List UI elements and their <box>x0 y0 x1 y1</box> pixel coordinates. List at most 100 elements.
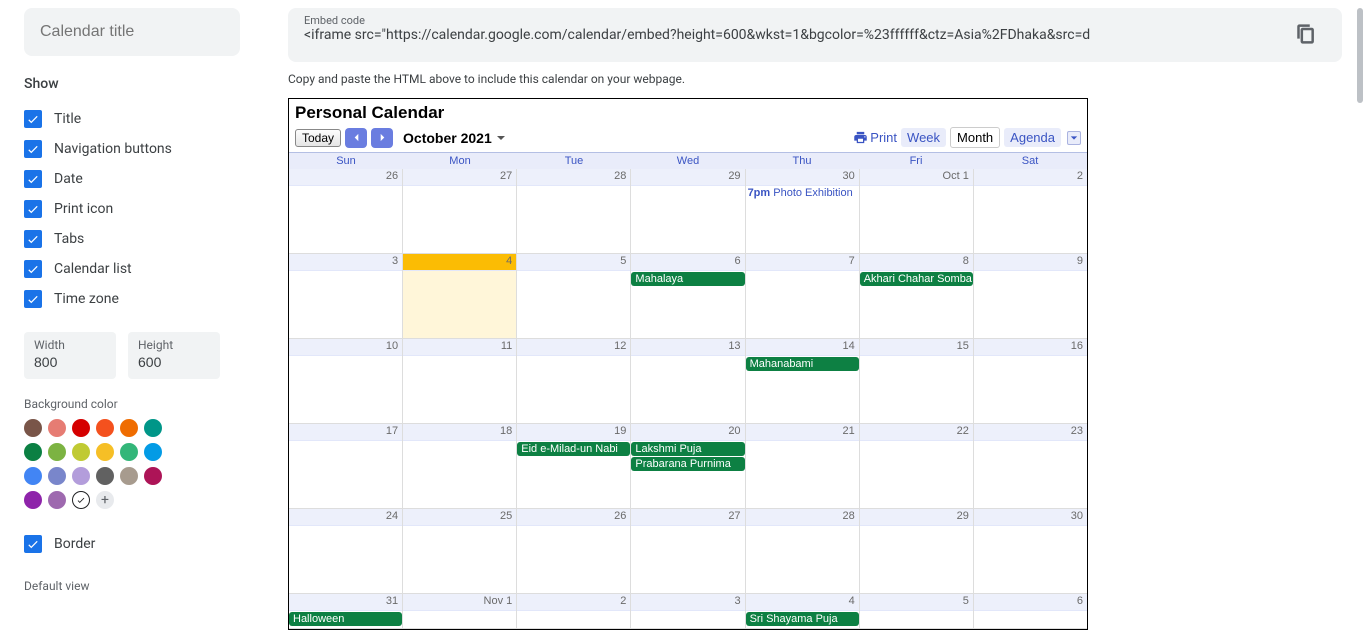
calendar-day[interactable]: 19Eid e-Milad-un Nabi <box>517 424 631 509</box>
color-swatch[interactable] <box>72 443 90 461</box>
width-field[interactable]: Width <box>24 332 116 379</box>
view-month-tab[interactable]: Month <box>950 127 1000 148</box>
color-swatch[interactable] <box>24 491 42 509</box>
color-swatch[interactable] <box>48 467 66 485</box>
calendar-day[interactable]: 8Akhari Chahar Somba <box>860 254 974 339</box>
embed-code-text[interactable]: <iframe src="https://calendar.google.com… <box>304 27 1286 43</box>
calendar-day[interactable]: 29 <box>631 169 745 254</box>
calendar-day[interactable]: 22 <box>860 424 974 509</box>
calendar-day[interactable]: 3 <box>289 254 403 339</box>
calendar-day[interactable]: 4 <box>403 254 517 339</box>
calendar-event[interactable]: Eid e-Milad-un Nabi <box>517 442 630 456</box>
calendar-day[interactable]: 15 <box>860 339 974 424</box>
show-option-row[interactable]: Tabs <box>24 224 240 254</box>
color-swatch[interactable] <box>48 419 66 437</box>
add-color-button[interactable]: + <box>96 491 114 509</box>
next-button[interactable] <box>371 128 393 148</box>
calendar-day[interactable]: 23 <box>974 424 1087 509</box>
color-swatch[interactable] <box>96 467 114 485</box>
print-button[interactable]: Print <box>853 130 897 145</box>
color-swatch[interactable] <box>144 443 162 461</box>
copy-button[interactable] <box>1286 14 1326 54</box>
calendar-day[interactable]: 26 <box>289 169 403 254</box>
day-of-week-header: Mon <box>403 153 517 169</box>
show-option-row[interactable]: Title <box>24 104 240 134</box>
calendar-day[interactable]: 6Mahalaya <box>631 254 745 339</box>
calendar-event[interactable]: Akhari Chahar Somba <box>860 272 973 286</box>
color-swatch[interactable] <box>24 443 42 461</box>
color-swatch[interactable] <box>120 467 138 485</box>
color-swatch[interactable] <box>96 443 114 461</box>
day-number: 24 <box>289 509 402 526</box>
color-swatch[interactable] <box>120 419 138 437</box>
show-option-row[interactable]: Date <box>24 164 240 194</box>
calendar-day[interactable]: 7 <box>746 254 860 339</box>
calendar-day[interactable]: 30 <box>974 509 1087 594</box>
calendar-day[interactable]: 18 <box>403 424 517 509</box>
calendar-day[interactable]: 28 <box>746 509 860 594</box>
calendar-day[interactable]: 20Lakshmi PujaPrabarana Purnima <box>631 424 745 509</box>
calendar-day[interactable]: 26 <box>517 509 631 594</box>
view-week-tab[interactable]: Week <box>901 128 946 147</box>
color-swatch[interactable] <box>48 443 66 461</box>
color-swatch[interactable] <box>24 419 42 437</box>
calendar-day[interactable]: Oct 1 <box>860 169 974 254</box>
calendar-day[interactable]: 14Mahanabami <box>746 339 860 424</box>
show-option-row[interactable]: Print icon <box>24 194 240 224</box>
height-input[interactable] <box>138 354 210 370</box>
calendar-event[interactable]: Prabarana Purnima <box>631 457 744 471</box>
day-body <box>631 186 744 253</box>
calendar-day[interactable]: 11 <box>403 339 517 424</box>
color-swatch[interactable] <box>48 491 66 509</box>
color-swatch[interactable] <box>120 443 138 461</box>
calendar-day[interactable]: 17 <box>289 424 403 509</box>
prev-button[interactable] <box>345 128 367 148</box>
calendar-day[interactable]: 16 <box>974 339 1087 424</box>
show-option-row[interactable]: Navigation buttons <box>24 134 240 164</box>
scrollbar[interactable] <box>1354 8 1366 368</box>
today-button[interactable]: Today <box>295 129 341 147</box>
calendar-day[interactable]: 24 <box>289 509 403 594</box>
calendar-day[interactable]: 307pm Photo Exhibition <box>746 169 860 254</box>
width-input[interactable] <box>34 354 106 370</box>
day-body <box>631 356 744 423</box>
calendar-day[interactable]: 27 <box>403 169 517 254</box>
calendar-title: Personal Calendar <box>289 99 1087 125</box>
calendar-event[interactable]: Lakshmi Puja <box>631 442 744 456</box>
day-body <box>746 441 859 508</box>
month-label[interactable]: October 2021 <box>403 130 506 146</box>
scroll-thumb[interactable] <box>1357 8 1363 103</box>
calendar-day[interactable]: 9 <box>974 254 1087 339</box>
calendar-day[interactable]: 29 <box>860 509 974 594</box>
color-swatch[interactable] <box>72 467 90 485</box>
calendar-day[interactable]: 25 <box>403 509 517 594</box>
view-agenda-tab[interactable]: Agenda <box>1004 128 1061 147</box>
day-number: 6 <box>631 254 744 271</box>
show-option-row[interactable]: Time zone <box>24 284 240 314</box>
view-dropdown[interactable] <box>1067 131 1081 145</box>
day-body: Lakshmi PujaPrabarana Purnima <box>631 442 744 509</box>
color-swatch[interactable] <box>24 467 42 485</box>
calendar-event[interactable]: Mahalaya <box>631 272 744 286</box>
chevron-down-icon <box>496 133 506 143</box>
color-swatch[interactable] <box>96 419 114 437</box>
calendar-day[interactable]: 2 <box>974 169 1087 254</box>
calendar-event[interactable]: 7pm Photo Exhibition <box>746 186 859 200</box>
calendar-day[interactable]: 13 <box>631 339 745 424</box>
calendar-day[interactable]: 21 <box>746 424 860 509</box>
calendar-day[interactable]: 27 <box>631 509 745 594</box>
day-body: Eid e-Milad-un Nabi <box>517 442 630 509</box>
show-option-row[interactable]: Calendar list <box>24 254 240 284</box>
calendar-day[interactable]: 12 <box>517 339 631 424</box>
border-row[interactable]: Border <box>24 529 240 559</box>
calendar-day[interactable]: 5 <box>517 254 631 339</box>
calendar-event[interactable]: Mahanabami <box>746 357 859 371</box>
calendar-title-input[interactable] <box>24 8 240 56</box>
color-swatch[interactable] <box>144 467 162 485</box>
calendar-day[interactable]: 10 <box>289 339 403 424</box>
color-swatch-white[interactable] <box>72 491 90 509</box>
color-swatch[interactable] <box>144 419 162 437</box>
height-field[interactable]: Height <box>128 332 220 379</box>
calendar-day[interactable]: 28 <box>517 169 631 254</box>
color-swatch[interactable] <box>72 419 90 437</box>
